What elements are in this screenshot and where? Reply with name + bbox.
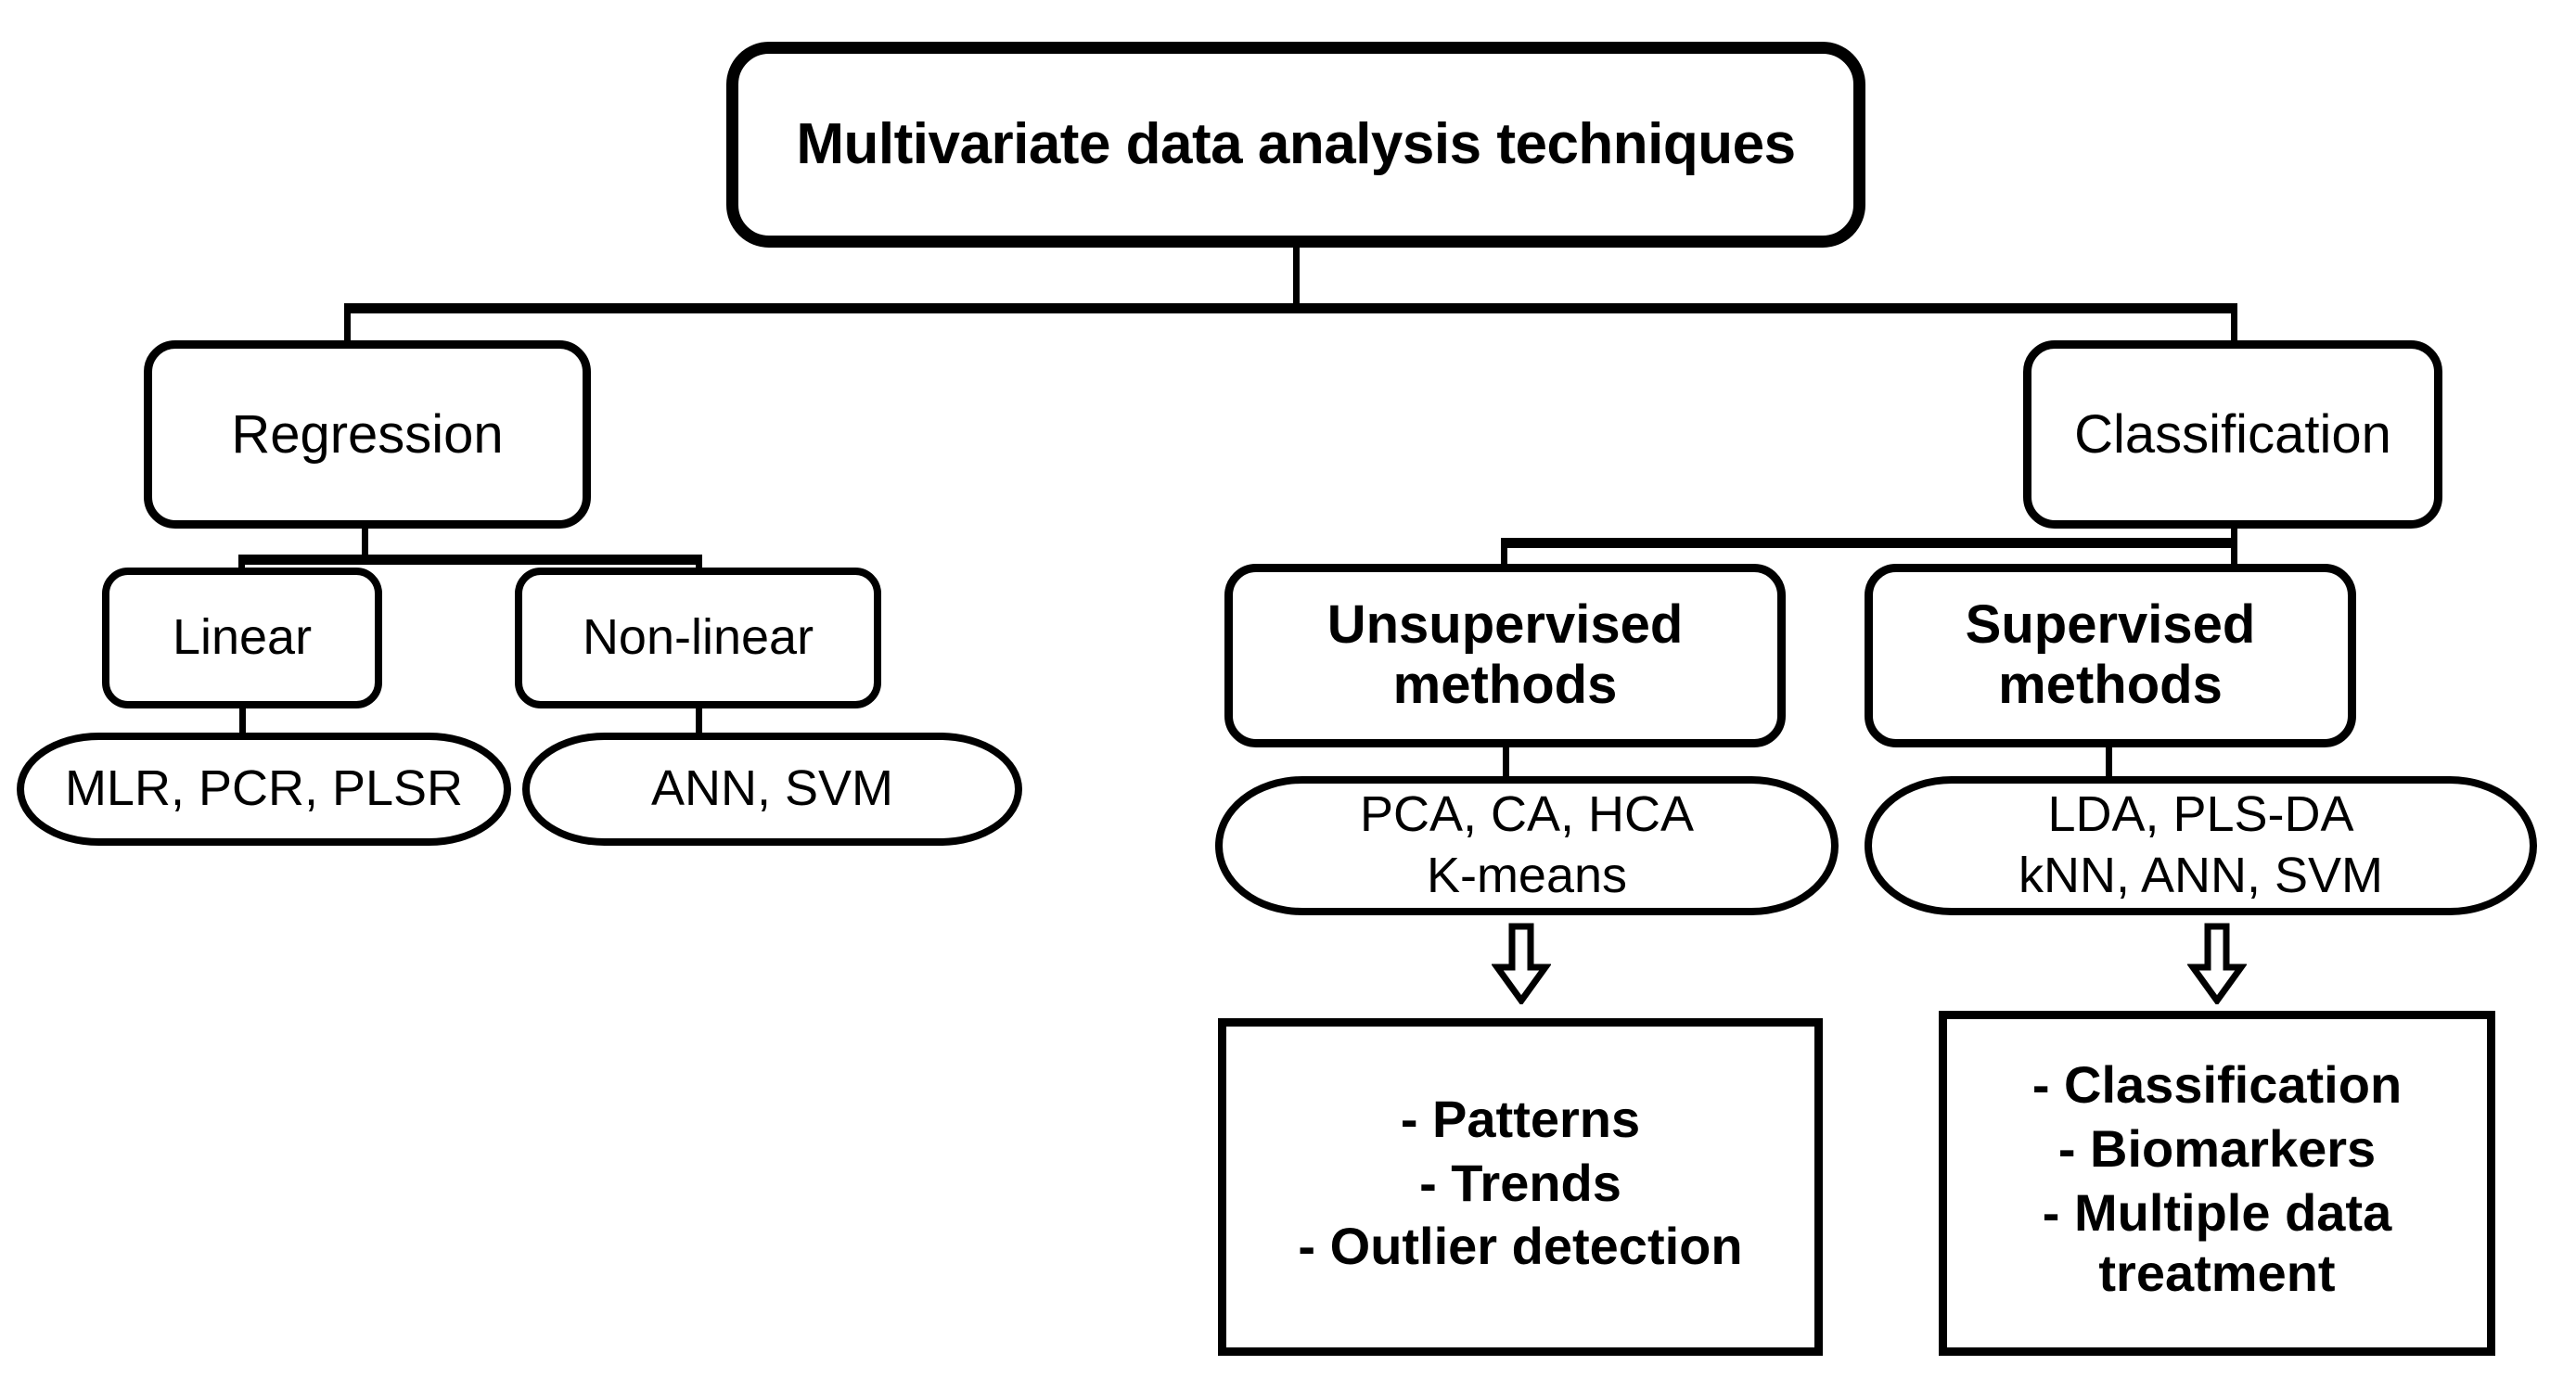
connector-classification-bus xyxy=(1501,538,2236,548)
unsupervised-outcome-list: - Patterns - Trends - Outlier detection xyxy=(1226,1032,1814,1334)
node-supervised-method-list-label: LDA, PLS-DA kNN, ANN, SVM xyxy=(1872,785,2530,907)
node-linear[interactable]: Linear xyxy=(102,568,382,708)
diagram-canvas: Multivariate data analysis techniques Re… xyxy=(0,0,2576,1391)
node-linear-methods-label: MLR, PCR, PLSR xyxy=(64,760,464,817)
node-root-multivariate-data-analysis[interactable]: Multivariate data analysis techniques xyxy=(726,42,1865,248)
connector-root-down xyxy=(1293,248,1300,309)
list-item: - Classification xyxy=(2031,1055,2403,1115)
node-unsupervised-methods-label: Unsupervised methods xyxy=(1233,594,1777,716)
connector-unsupervised-to-methods xyxy=(1503,744,1509,781)
connector-supervised-to-methods xyxy=(2106,744,2112,781)
list-item: - Multiple data treatment xyxy=(2042,1183,2392,1302)
connector-main-bus xyxy=(344,303,2237,313)
node-unsupervised-methods[interactable]: Unsupervised methods xyxy=(1224,564,1786,747)
node-non-linear-label: Non-linear xyxy=(582,609,814,666)
node-supervised-method-line-1: LDA, PLS-DA xyxy=(2047,786,2354,843)
node-non-linear-methods-label: ANN, SVM xyxy=(650,760,894,817)
list-item: - Patterns xyxy=(1400,1089,1641,1148)
connector-regression-bus xyxy=(238,555,702,565)
node-root-label: Multivariate data analysis techniques xyxy=(796,112,1796,177)
node-unsupervised-line-2: methods xyxy=(1392,655,1618,715)
node-supervised-method-line-2: kNN, ANN, SVM xyxy=(2018,848,2384,903)
node-supervised-method-list[interactable]: LDA, PLS-DA kNN, ANN, SVM xyxy=(1865,776,2537,915)
node-unsupervised-line-1: Unsupervised xyxy=(1326,594,1684,656)
node-supervised-methods[interactable]: Supervised methods xyxy=(1865,564,2356,747)
node-regression-label: Regression xyxy=(231,403,504,465)
node-classification[interactable]: Classification xyxy=(2023,340,2442,529)
down-arrow-icon-unsupervised xyxy=(1492,923,1551,1004)
list-item: - Biomarkers xyxy=(2057,1119,2377,1179)
list-item: - Trends xyxy=(1419,1153,1621,1212)
node-unsupervised-method-line-2: K-means xyxy=(1426,848,1628,903)
node-regression[interactable]: Regression xyxy=(144,340,591,529)
connector-bus-to-regression xyxy=(344,303,351,344)
connector-bus-to-classification xyxy=(2231,303,2237,344)
node-unsupervised-method-list-label: PCA, CA, HCA K-means xyxy=(1223,785,1831,907)
node-classification-label: Classification xyxy=(2074,403,2391,465)
node-non-linear[interactable]: Non-linear xyxy=(515,568,881,708)
node-supervised-outcomes[interactable]: - Classification - Biomarkers - Multiple… xyxy=(1939,1011,2495,1356)
list-item: - Outlier detection xyxy=(1298,1217,1743,1276)
node-linear-methods[interactable]: MLR, PCR, PLSR xyxy=(17,733,511,846)
node-supervised-line-1: Supervised xyxy=(1965,594,2256,656)
node-unsupervised-method-line-1: PCA, CA, HCA xyxy=(1359,786,1695,843)
node-linear-label: Linear xyxy=(172,609,313,666)
node-unsupervised-outcomes[interactable]: - Patterns - Trends - Outlier detection xyxy=(1218,1018,1823,1356)
node-non-linear-methods[interactable]: ANN, SVM xyxy=(522,733,1022,846)
down-arrow-icon-supervised xyxy=(2187,923,2247,1004)
node-unsupervised-method-list[interactable]: PCA, CA, HCA K-means xyxy=(1215,776,1839,915)
node-supervised-line-2: methods xyxy=(1998,655,2223,715)
supervised-outcome-list: - Classification - Biomarkers - Multiple… xyxy=(1947,1025,2487,1334)
node-supervised-methods-label: Supervised methods xyxy=(1873,594,2348,716)
